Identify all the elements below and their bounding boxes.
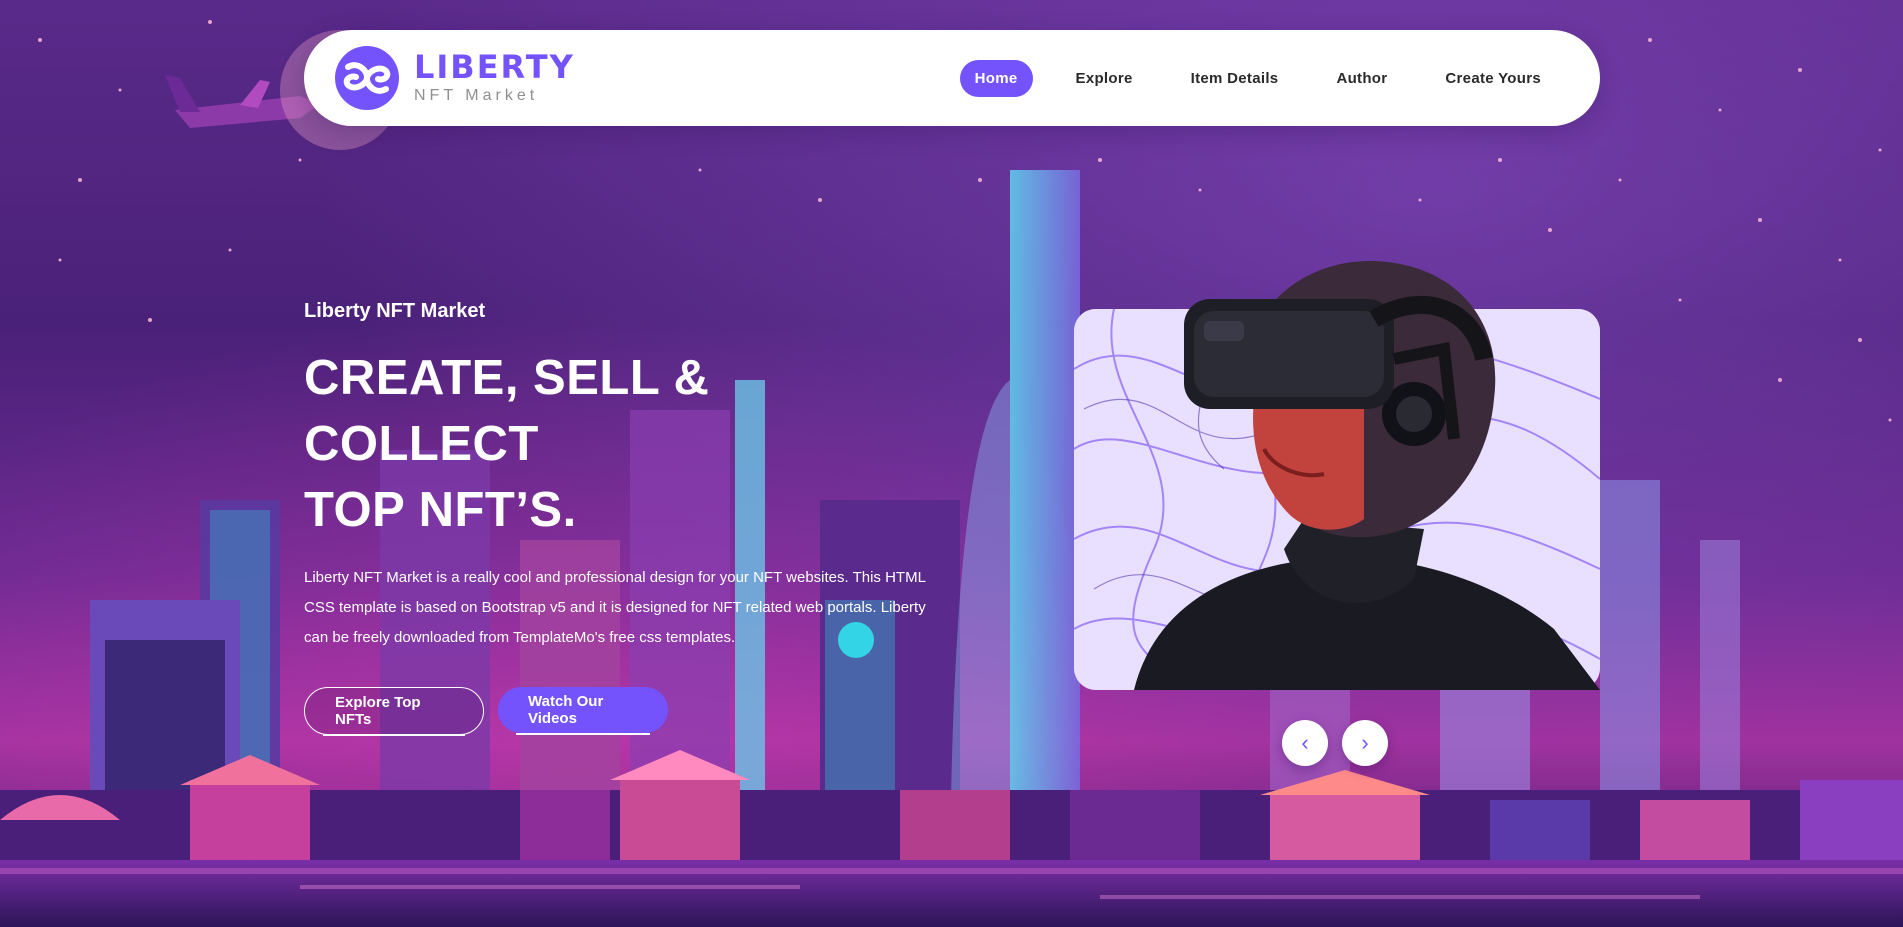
nav-item-item-details[interactable]: Item Details bbox=[1176, 60, 1294, 97]
chevron-right-icon: › bbox=[1361, 730, 1369, 755]
hero-headline-line1: CREATE, SELL & COLLECT bbox=[304, 351, 710, 471]
button-underline bbox=[516, 733, 650, 735]
nav-item-explore[interactable]: Explore bbox=[1061, 60, 1148, 97]
brand-logo[interactable]: LIBERTY NFT Market bbox=[334, 44, 575, 112]
brand-name: LIBERTY bbox=[414, 48, 575, 86]
main-nav: Home Explore Item Details Author Create … bbox=[932, 60, 1556, 97]
chevron-left-icon: ‹ bbox=[1301, 730, 1309, 755]
hero-buttons: Explore Top NFTs Watch Our Videos bbox=[304, 687, 944, 736]
hero-section: Liberty NFT Market CREATE, SELL & COLLEC… bbox=[304, 300, 944, 736]
brand-subtitle: NFT Market bbox=[414, 87, 539, 104]
hero-description: Liberty NFT Market is a really cool and … bbox=[304, 569, 926, 646]
watch-videos-label: Watch Our Videos bbox=[528, 693, 604, 727]
explore-top-nfts-label: Explore Top NFTs bbox=[335, 694, 421, 728]
nav-item-author[interactable]: Author bbox=[1321, 60, 1402, 97]
slider-prev-button[interactable]: ‹ bbox=[1282, 720, 1328, 766]
hero-headline: CREATE, SELL & COLLECT TOP NFT’S. bbox=[304, 345, 944, 543]
slider-next-button[interactable]: › bbox=[1342, 720, 1388, 766]
city-skyline-illustration bbox=[0, 20, 1903, 927]
liberty-logo-icon bbox=[335, 46, 399, 110]
button-underline bbox=[323, 734, 465, 736]
site-header: LIBERTY NFT Market Home Explore Item Det… bbox=[304, 30, 1600, 126]
vr-headset-person-illustration bbox=[1134, 260, 1600, 690]
hero-headline-line2: TOP NFT’S. bbox=[304, 483, 577, 537]
nav-item-home[interactable]: Home bbox=[959, 60, 1033, 97]
nav-item-create-yours[interactable]: Create Yours bbox=[1430, 60, 1556, 97]
slider-controls: ‹ › bbox=[1282, 720, 1402, 766]
hero-eyebrow: Liberty NFT Market bbox=[304, 300, 486, 322]
hero-image-card bbox=[1074, 260, 1600, 690]
watch-videos-button[interactable]: Watch Our Videos bbox=[498, 687, 668, 735]
explore-top-nfts-button[interactable]: Explore Top NFTs bbox=[304, 687, 484, 736]
hero-background bbox=[0, 0, 1903, 927]
